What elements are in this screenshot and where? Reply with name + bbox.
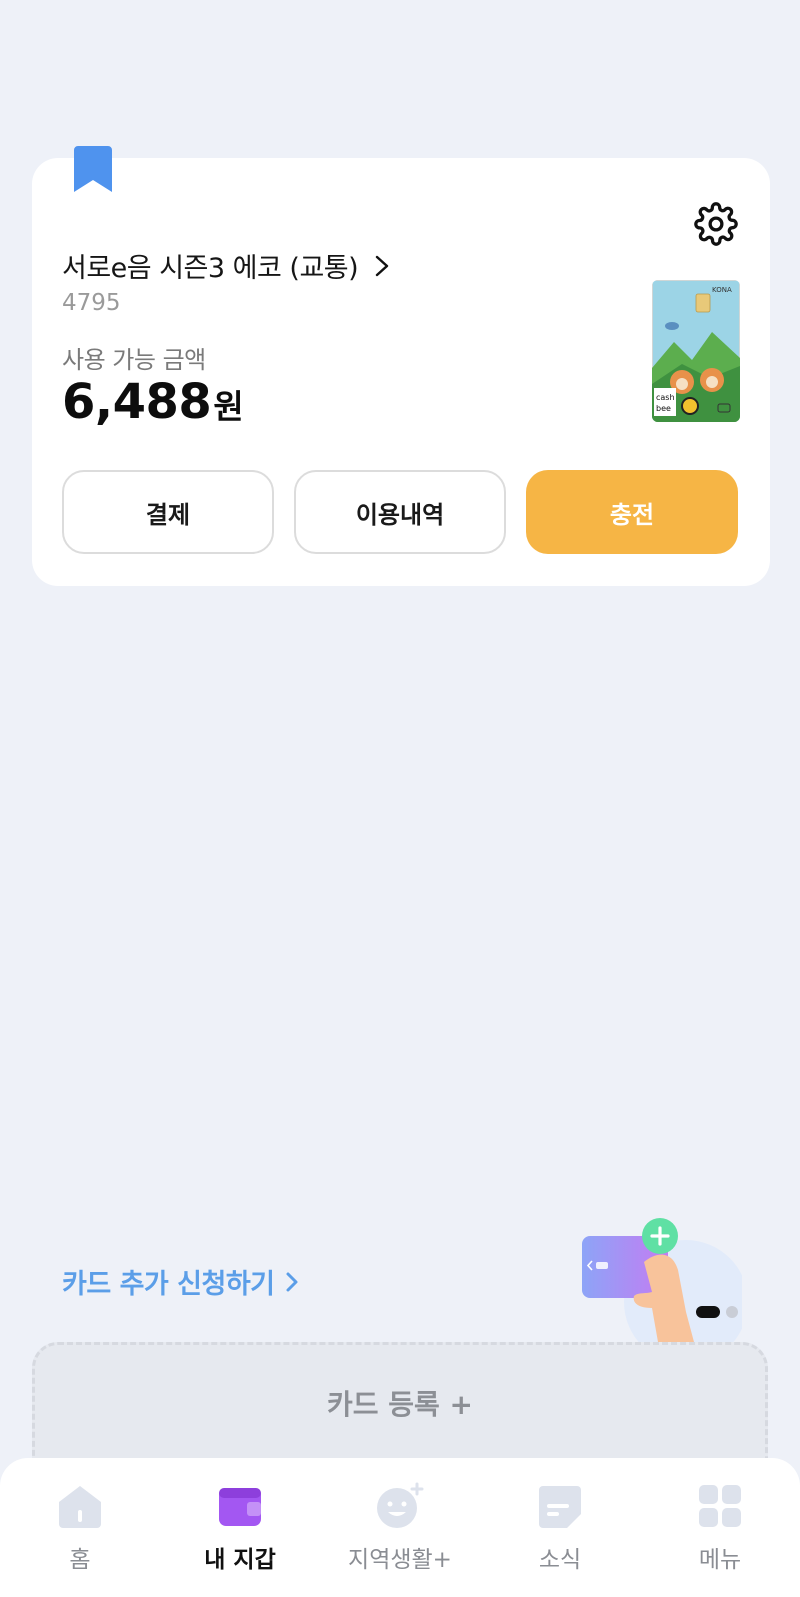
- balance-unit: 원: [213, 387, 244, 426]
- card-image[interactable]: KONA cash bee: [652, 280, 740, 422]
- bottom-navigation: 홈 내 지갑 지역생활+ 소식 메뉴: [0, 1458, 800, 1597]
- pay-button[interactable]: 결제: [62, 470, 274, 554]
- card-bee-text: bee: [656, 404, 671, 413]
- bookmark-icon: [74, 146, 112, 192]
- balance-value: 6,488: [62, 374, 212, 430]
- settings-gear-icon[interactable]: [694, 202, 738, 246]
- pagination-dots: [696, 1306, 738, 1318]
- card-add-illustration: [582, 1218, 742, 1342]
- nav-news-label: 소식: [538, 1547, 582, 1573]
- card-panel: 서로e음 시즌3 에코 (교통) 4795 사용 가능 금액 6,488 원 K…: [32, 146, 770, 586]
- pagination-dot[interactable]: [726, 1306, 738, 1318]
- pagination-dot-active[interactable]: [696, 1306, 720, 1318]
- nav-local-life[interactable]: 지역생활+: [320, 1458, 480, 1597]
- nav-home[interactable]: 홈: [0, 1458, 160, 1597]
- card-brand-text: KONA: [712, 286, 732, 294]
- history-button[interactable]: 이용내역: [294, 470, 506, 554]
- nav-news[interactable]: 소식: [480, 1458, 640, 1597]
- card-title-link[interactable]: 서로e음 시즌3 에코 (교통): [62, 246, 390, 285]
- add-card-apply-label: 카드 추가 신청하기: [62, 1269, 275, 1300]
- nav-wallet[interactable]: 내 지갑: [160, 1458, 320, 1597]
- nav-menu[interactable]: 메뉴: [640, 1458, 800, 1597]
- nav-local-life-label: 지역생활+: [348, 1547, 452, 1573]
- nav-wallet-label: 내 지갑: [204, 1547, 276, 1573]
- nav-menu-label: 메뉴: [698, 1547, 742, 1573]
- menu-grid-icon: [699, 1485, 741, 1527]
- nav-home-label: 홈: [69, 1547, 91, 1573]
- balance-amount: 6,488 원: [62, 374, 244, 430]
- card-cash-text: cash: [656, 393, 675, 402]
- add-card-apply-link[interactable]: 카드 추가 신청하기: [62, 1262, 299, 1301]
- home-icon: [59, 1486, 101, 1528]
- chevron-right-icon: [375, 255, 389, 276]
- chevron-right-icon: [286, 1272, 298, 1291]
- card-number: 4795: [62, 290, 121, 316]
- charge-button[interactable]: 충전: [526, 470, 738, 554]
- local-life-icon: [377, 1482, 424, 1528]
- balance-label: 사용 가능 금액: [62, 346, 206, 374]
- wallet-icon: [219, 1488, 261, 1526]
- news-icon: [539, 1486, 581, 1528]
- card-title: 서로e음 시즌3 에코 (교통): [62, 253, 359, 284]
